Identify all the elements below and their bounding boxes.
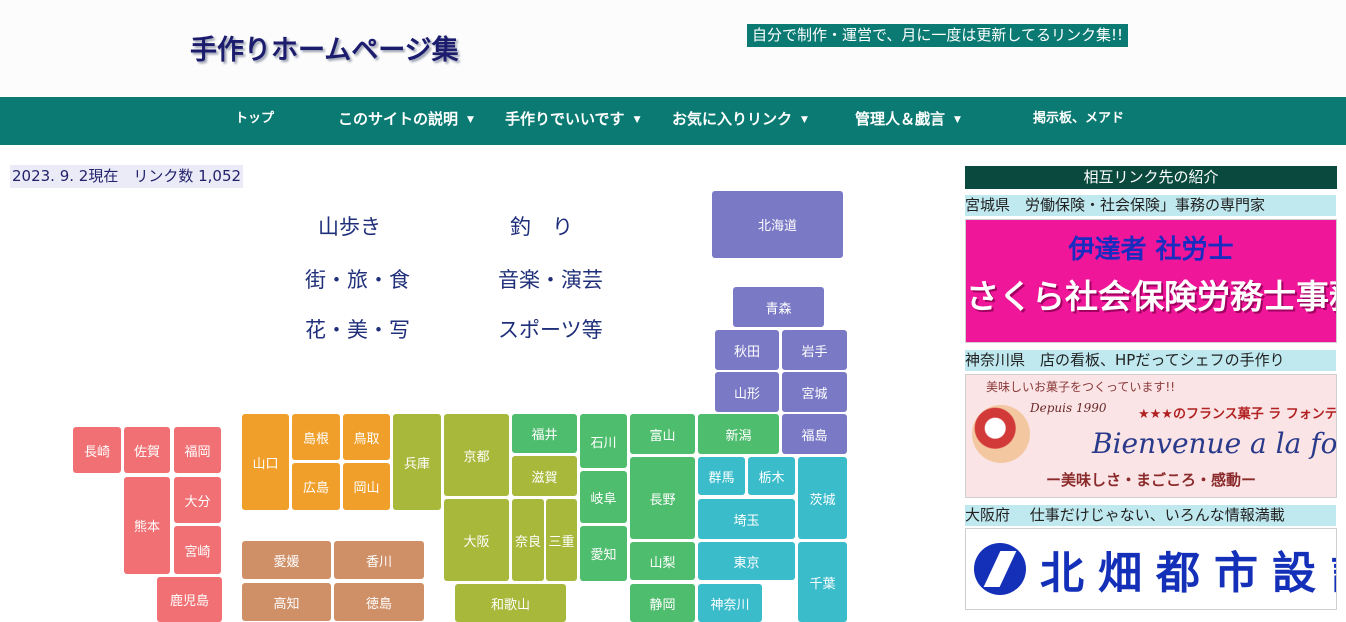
pref-kagawa[interactable]: 香川 [334, 541, 424, 579]
pref-wakayama[interactable]: 和歌山 [455, 584, 566, 622]
pref-miyazaki[interactable]: 宮崎 [174, 526, 221, 574]
banner-sakura-sharoushi[interactable]: 伊達者 社労士 さくら社会保険労務士事務所・宮城 [965, 219, 1337, 343]
pref-aomori[interactable]: 青森 [733, 287, 824, 327]
banner-text: Bienvenue a la fontaine [1092, 427, 1337, 460]
site-header: 手作りホームページ集 自分で制作・運営で、月に一度は更新してるリンク集!! [0, 0, 1346, 97]
pref-kochi[interactable]: 高知 [242, 583, 331, 621]
pref-kumamoto[interactable]: 熊本 [124, 477, 170, 574]
pref-gunma[interactable]: 群馬 [698, 457, 745, 495]
category-music[interactable]: 音楽・演芸 [498, 264, 603, 294]
chevron-down-icon: ▼ [954, 115, 961, 125]
pref-nagano[interactable]: 長野 [630, 457, 695, 539]
chevron-down-icon: ▼ [633, 115, 641, 125]
banner-text: さくら社会保険労務士事務所・宮城 [966, 277, 1336, 316]
pref-aichi[interactable]: 愛知 [580, 526, 627, 581]
main-nav: トップ このサイトの説明 ▼ 手作りでいいです ▼ お気に入りリンク ▼ 管理人＆戯言… [0, 97, 1346, 145]
category-sports[interactable]: スポーツ等 [498, 314, 603, 344]
banner-la-fontaine[interactable]: 美味しいお菓子をつくっています!! Depuis 1990 ★★★のフランス菓子… [965, 374, 1337, 498]
pref-yamanashi[interactable]: 山梨 [630, 542, 695, 580]
sidebar-entry-label: 宮城県 労働保険・社会保険」事務の専門家 [965, 195, 1336, 216]
pref-shizuoka[interactable]: 静岡 [630, 584, 695, 622]
banner-text: 北畑都市設計 [1040, 548, 1336, 599]
pref-hyogo[interactable]: 兵庫 [393, 414, 441, 510]
pref-nara[interactable]: 奈良 [512, 499, 544, 581]
nav-top[interactable]: トップ [235, 97, 274, 145]
nav-favorites[interactable]: お気に入りリンク ▼ [672, 97, 808, 145]
pref-iwate[interactable]: 岩手 [782, 330, 847, 370]
cake-image [972, 405, 1030, 463]
nav-about[interactable]: このサイトの説明 ▼ [338, 97, 474, 145]
pref-oita[interactable]: 大分 [174, 477, 221, 523]
pref-chiba[interactable]: 千葉 [798, 542, 847, 622]
banner-kitabata-toshi-sekkei[interactable]: 北畑都市設計 [965, 528, 1337, 610]
category-flower-photo[interactable]: 花・美・写 [305, 314, 410, 344]
banner-text: ★★★のフランス菓子 ラ フォンティーヌ [1138, 407, 1337, 422]
site-tagline: 自分で制作・運営で、月に一度は更新してるリンク集!! [747, 24, 1128, 47]
pref-ishikawa[interactable]: 石川 [580, 414, 627, 468]
nav-handmade[interactable]: 手作りでいいです ▼ [505, 97, 640, 145]
pref-hiroshima[interactable]: 広島 [292, 463, 340, 510]
chevron-down-icon: ▼ [801, 115, 808, 125]
pref-shiga[interactable]: 滋賀 [512, 456, 577, 496]
company-logo-icon [974, 543, 1026, 595]
banner-text: ー美味しさ・まごころ・感動ー [1045, 471, 1256, 489]
pref-mie[interactable]: 三重 [546, 499, 577, 581]
pref-yamaguchi[interactable]: 山口 [242, 414, 289, 510]
pref-hokkaido[interactable]: 北海道 [712, 191, 843, 258]
pref-toyama[interactable]: 富山 [630, 414, 695, 454]
pref-shimane[interactable]: 島根 [292, 414, 340, 460]
pref-tokyo[interactable]: 東京 [698, 542, 795, 580]
category-fishing[interactable]: 釣 り [510, 211, 573, 241]
pref-saitama[interactable]: 埼玉 [698, 499, 795, 539]
pref-fukui[interactable]: 福井 [512, 414, 577, 453]
pref-miyagi[interactable]: 宮城 [782, 372, 847, 412]
link-count-status: 2023. 9. 2現在 リンク数 1,052 [10, 165, 244, 188]
pref-ibaraki[interactable]: 茨城 [798, 457, 847, 539]
sidebar-entry-label: 神奈川県 店の看板、HPだってシェフの手作り [965, 350, 1336, 371]
pref-fukushima[interactable]: 福島 [782, 414, 847, 454]
pref-niigata[interactable]: 新潟 [698, 414, 779, 454]
pref-nagasaki[interactable]: 長崎 [73, 427, 121, 473]
pref-okayama[interactable]: 岡山 [343, 463, 390, 510]
pref-osaka[interactable]: 大阪 [444, 499, 509, 581]
sidebar-entry-label: 大阪府 仕事だけじゃない、いろんな情報満載 [965, 505, 1336, 526]
sidebar-title: 相互リンク先の紹介 [965, 166, 1337, 189]
pref-gifu[interactable]: 岐阜 [580, 471, 627, 523]
banner-text: 美味しいお菓子をつくっています!! [986, 380, 1176, 394]
pref-yamagata[interactable]: 山形 [715, 372, 779, 412]
chevron-down-icon: ▼ [467, 115, 474, 125]
pref-tottori[interactable]: 鳥取 [343, 414, 390, 460]
pref-ehime[interactable]: 愛媛 [242, 541, 331, 579]
pref-kyoto[interactable]: 京都 [444, 414, 509, 496]
pref-kanagawa[interactable]: 神奈川 [698, 584, 762, 622]
banner-text: Depuis 1990 [1030, 401, 1107, 415]
pref-tochigi[interactable]: 栃木 [748, 457, 795, 495]
pref-fukuoka[interactable]: 福岡 [174, 427, 221, 473]
pref-tokushima[interactable]: 徳島 [334, 583, 424, 621]
pref-saga[interactable]: 佐賀 [124, 427, 170, 473]
banner-text: 伊達者 社労士 [1068, 235, 1234, 265]
nav-bbs[interactable]: 掲示板、メアド [1033, 97, 1124, 145]
pref-akita[interactable]: 秋田 [715, 330, 779, 370]
pref-kagoshima[interactable]: 鹿児島 [157, 577, 222, 622]
category-travel-food[interactable]: 街・旅・食 [305, 264, 410, 294]
nav-admin[interactable]: 管理人＆戯言 ▼ [855, 97, 961, 145]
category-mountain[interactable]: 山歩き [318, 211, 381, 241]
site-title[interactable]: 手作りホームページ集 [190, 28, 459, 67]
